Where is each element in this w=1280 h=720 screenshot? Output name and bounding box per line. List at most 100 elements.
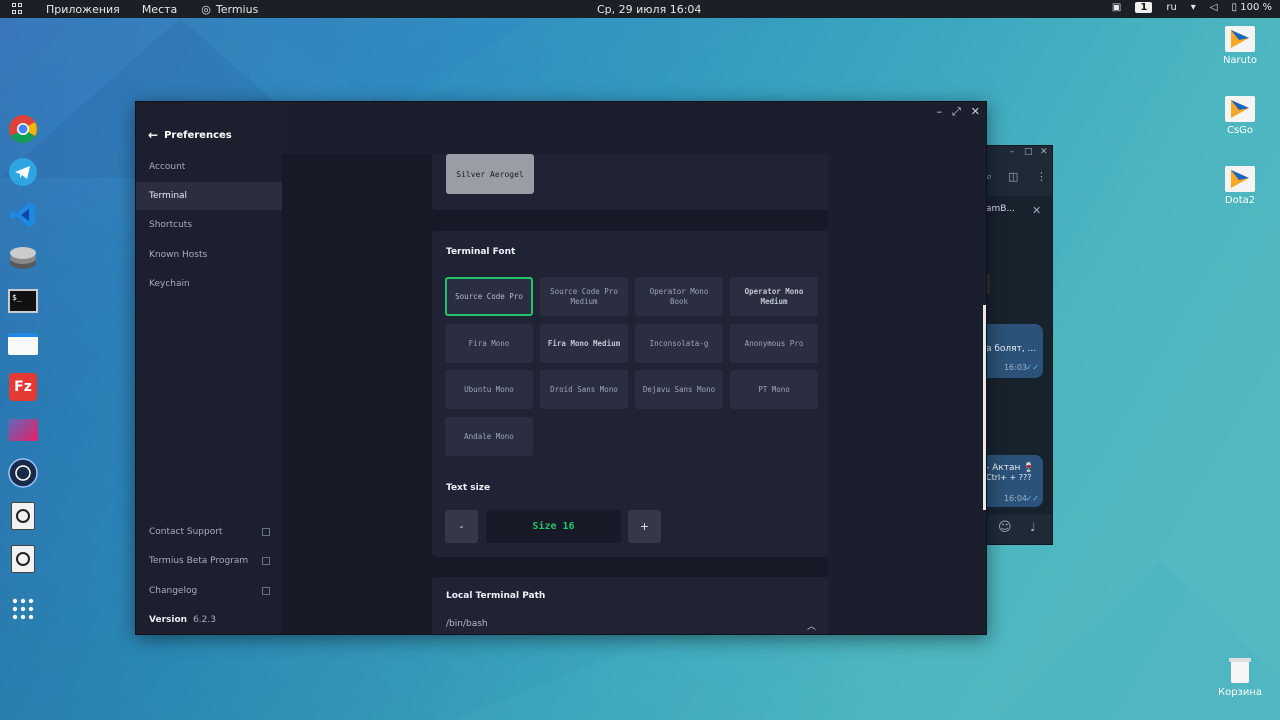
more-icon[interactable]: ⋮ [1036, 170, 1047, 183]
sidebar-item-terminal[interactable]: Terminal [136, 182, 282, 210]
font-option[interactable]: Source Code Pro [445, 277, 533, 316]
back-to-preferences[interactable]: ← Preferences [148, 128, 232, 142]
font-option[interactable]: Ubuntu Mono [445, 370, 533, 409]
clock[interactable]: Ср, 29 июля 16:04 [597, 3, 701, 16]
local-path-input[interactable]: /bin/bash ︿ [446, 619, 818, 634]
apps-menu[interactable]: Приложения [46, 3, 120, 16]
decrease-size-button[interactable]: - [445, 510, 478, 543]
increase-size-button[interactable]: + [628, 510, 661, 543]
window-controls: – ⤢ ✕ [936, 105, 980, 119]
minimize-button[interactable]: – [936, 105, 942, 119]
screenshot-icon[interactable] [6, 413, 40, 447]
desktop-shortcut-dota2[interactable]: Dota2 [1210, 166, 1270, 206]
theme-card: Silver Aerogel [432, 154, 828, 210]
telegram-composer: ☺ ♩ [986, 514, 1052, 544]
preferences-title: Preferences [164, 129, 232, 141]
link-label: Termius Beta Program [149, 556, 249, 566]
font-option[interactable]: Operator Mono Book [635, 277, 723, 316]
beta-program-link[interactable]: Termius Beta Program [136, 547, 282, 575]
desktop-shortcut-naruto[interactable]: Naruto [1210, 26, 1270, 66]
desktop-label: Naruto [1222, 55, 1258, 66]
font-option[interactable]: Andale Mono [445, 417, 533, 456]
microphone-icon[interactable]: ♩ [1030, 520, 1036, 534]
external-link-icon [262, 528, 270, 536]
theme-option-silver-aerogel[interactable]: Silver Aerogel [446, 154, 534, 194]
settings-content[interactable]: Silver Aerogel Terminal Font Source Code… [282, 154, 828, 634]
keyboard-layout[interactable]: ru [1166, 2, 1176, 13]
content-margin [828, 154, 986, 634]
disks-icon[interactable] [6, 241, 40, 275]
wallpaper-shape [450, 635, 890, 720]
external-link-icon [262, 557, 270, 565]
external-link-icon [262, 587, 270, 595]
local-path-value: /bin/bash [446, 619, 488, 629]
active-app-menu[interactable]: Termius [216, 3, 258, 16]
preferences-sidebar: ← Preferences Account Terminal Shortcuts… [136, 102, 282, 634]
font-option[interactable]: Anonymous Pro [730, 324, 818, 363]
volume-icon[interactable]: ◁ [1210, 2, 1218, 13]
emoji-icon[interactable]: ☺ [998, 520, 1012, 535]
close-chat-icon[interactable]: ✕ [1032, 204, 1041, 217]
desktop-shortcut-csgo[interactable]: CsGo [1210, 96, 1270, 136]
contact-support-link[interactable]: Contact Support [136, 518, 282, 546]
chevron-up-icon[interactable]: ︿ [807, 619, 816, 632]
changelog-link[interactable]: Changelog [136, 577, 282, 605]
app-grid-icon[interactable] [6, 592, 40, 626]
wallpaper-shape [250, 20, 530, 110]
disk-icon[interactable] [6, 542, 40, 576]
message-subtext: Ctrl+ + ??? [986, 473, 1032, 482]
font-option[interactable]: PT Mono [730, 370, 818, 409]
shortcut-icon [1225, 96, 1255, 122]
sidebar-item-keychain[interactable]: Keychain [136, 270, 282, 298]
maximize-icon[interactable]: □ [1024, 147, 1033, 157]
termius-window: – ⤢ ✕ ← Preferences Account Terminal Sho… [135, 101, 987, 635]
scrollbar[interactable] [983, 305, 986, 510]
maximize-button[interactable]: ⤢ [952, 105, 961, 119]
telegram-toolbar: ⌕ ◫ ⋮ [986, 160, 1052, 196]
font-option[interactable]: Operator Mono Medium [730, 277, 818, 316]
font-option[interactable]: Source Code Pro Medium [540, 277, 628, 316]
sidebar-item-account[interactable]: Account [136, 153, 282, 181]
sidebar-item-shortcuts[interactable]: Shortcuts [136, 211, 282, 239]
vscode-icon[interactable] [6, 198, 40, 232]
workspace-indicator[interactable]: 1 [1135, 2, 1153, 13]
message-time: 16:04 [1003, 494, 1027, 503]
close-icon[interactable]: ✕ [1040, 147, 1048, 157]
top-panel: Приложения Места ◎ Termius Ср, 29 июля 1… [0, 0, 1280, 18]
message-bubble: а болят, ... 16:03 ✓✓ [986, 324, 1043, 378]
activities-icon[interactable] [12, 3, 24, 15]
font-option[interactable]: Droid Sans Mono [540, 370, 628, 409]
wifi-icon[interactable]: ▾ [1191, 2, 1196, 13]
filezilla-icon[interactable]: Fz [6, 370, 40, 404]
screenshot-tray-icon[interactable]: ▣ [1112, 2, 1121, 13]
system-tray: ▣ 1 ru ▾ ◁ ▯ 100 % [1112, 2, 1272, 13]
places-menu[interactable]: Места [142, 3, 177, 16]
browser-icon[interactable] [6, 456, 40, 490]
battery-status[interactable]: ▯ 100 % [1232, 2, 1272, 13]
desktop-trash[interactable]: Корзина [1210, 656, 1270, 698]
font-option[interactable]: Dejavu Sans Mono [635, 370, 723, 409]
close-button[interactable]: ✕ [971, 105, 980, 119]
disk-icon[interactable] [6, 499, 40, 533]
files-icon[interactable] [6, 327, 40, 361]
text-size-title: Text size [446, 483, 491, 493]
terminal-icon[interactable]: $_ [6, 284, 40, 318]
local-path-card: Local Terminal Path /bin/bash ︿ [432, 577, 828, 634]
chrome-icon[interactable] [6, 112, 40, 146]
desktop-label: Dota2 [1224, 195, 1256, 206]
sidebar-item-known-hosts[interactable]: Known Hosts [136, 241, 282, 269]
minimize-icon[interactable]: – [1010, 147, 1015, 157]
version-label: Version [149, 615, 188, 625]
message-text: а болят, ... [986, 344, 1037, 354]
telegram-window[interactable]: – □ ✕ ⌕ ◫ ⋮ amB... ✕ а болят, ... 16:03 … [985, 145, 1053, 545]
sidebar-toggle-icon[interactable]: ◫ [1008, 170, 1018, 183]
local-path-title: Local Terminal Path [446, 591, 546, 601]
read-check-icon: ✓✓ [1025, 494, 1039, 503]
desktop-label: Корзина [1217, 687, 1263, 698]
font-option[interactable]: Inconsolata-g [635, 324, 723, 363]
telegram-titlebar: – □ ✕ [986, 146, 1052, 160]
font-option[interactable]: Fira Mono [445, 324, 533, 363]
desktop-label: CsGo [1226, 125, 1254, 136]
font-option[interactable]: Fira Mono Medium [540, 324, 628, 363]
telegram-icon[interactable] [6, 155, 40, 189]
